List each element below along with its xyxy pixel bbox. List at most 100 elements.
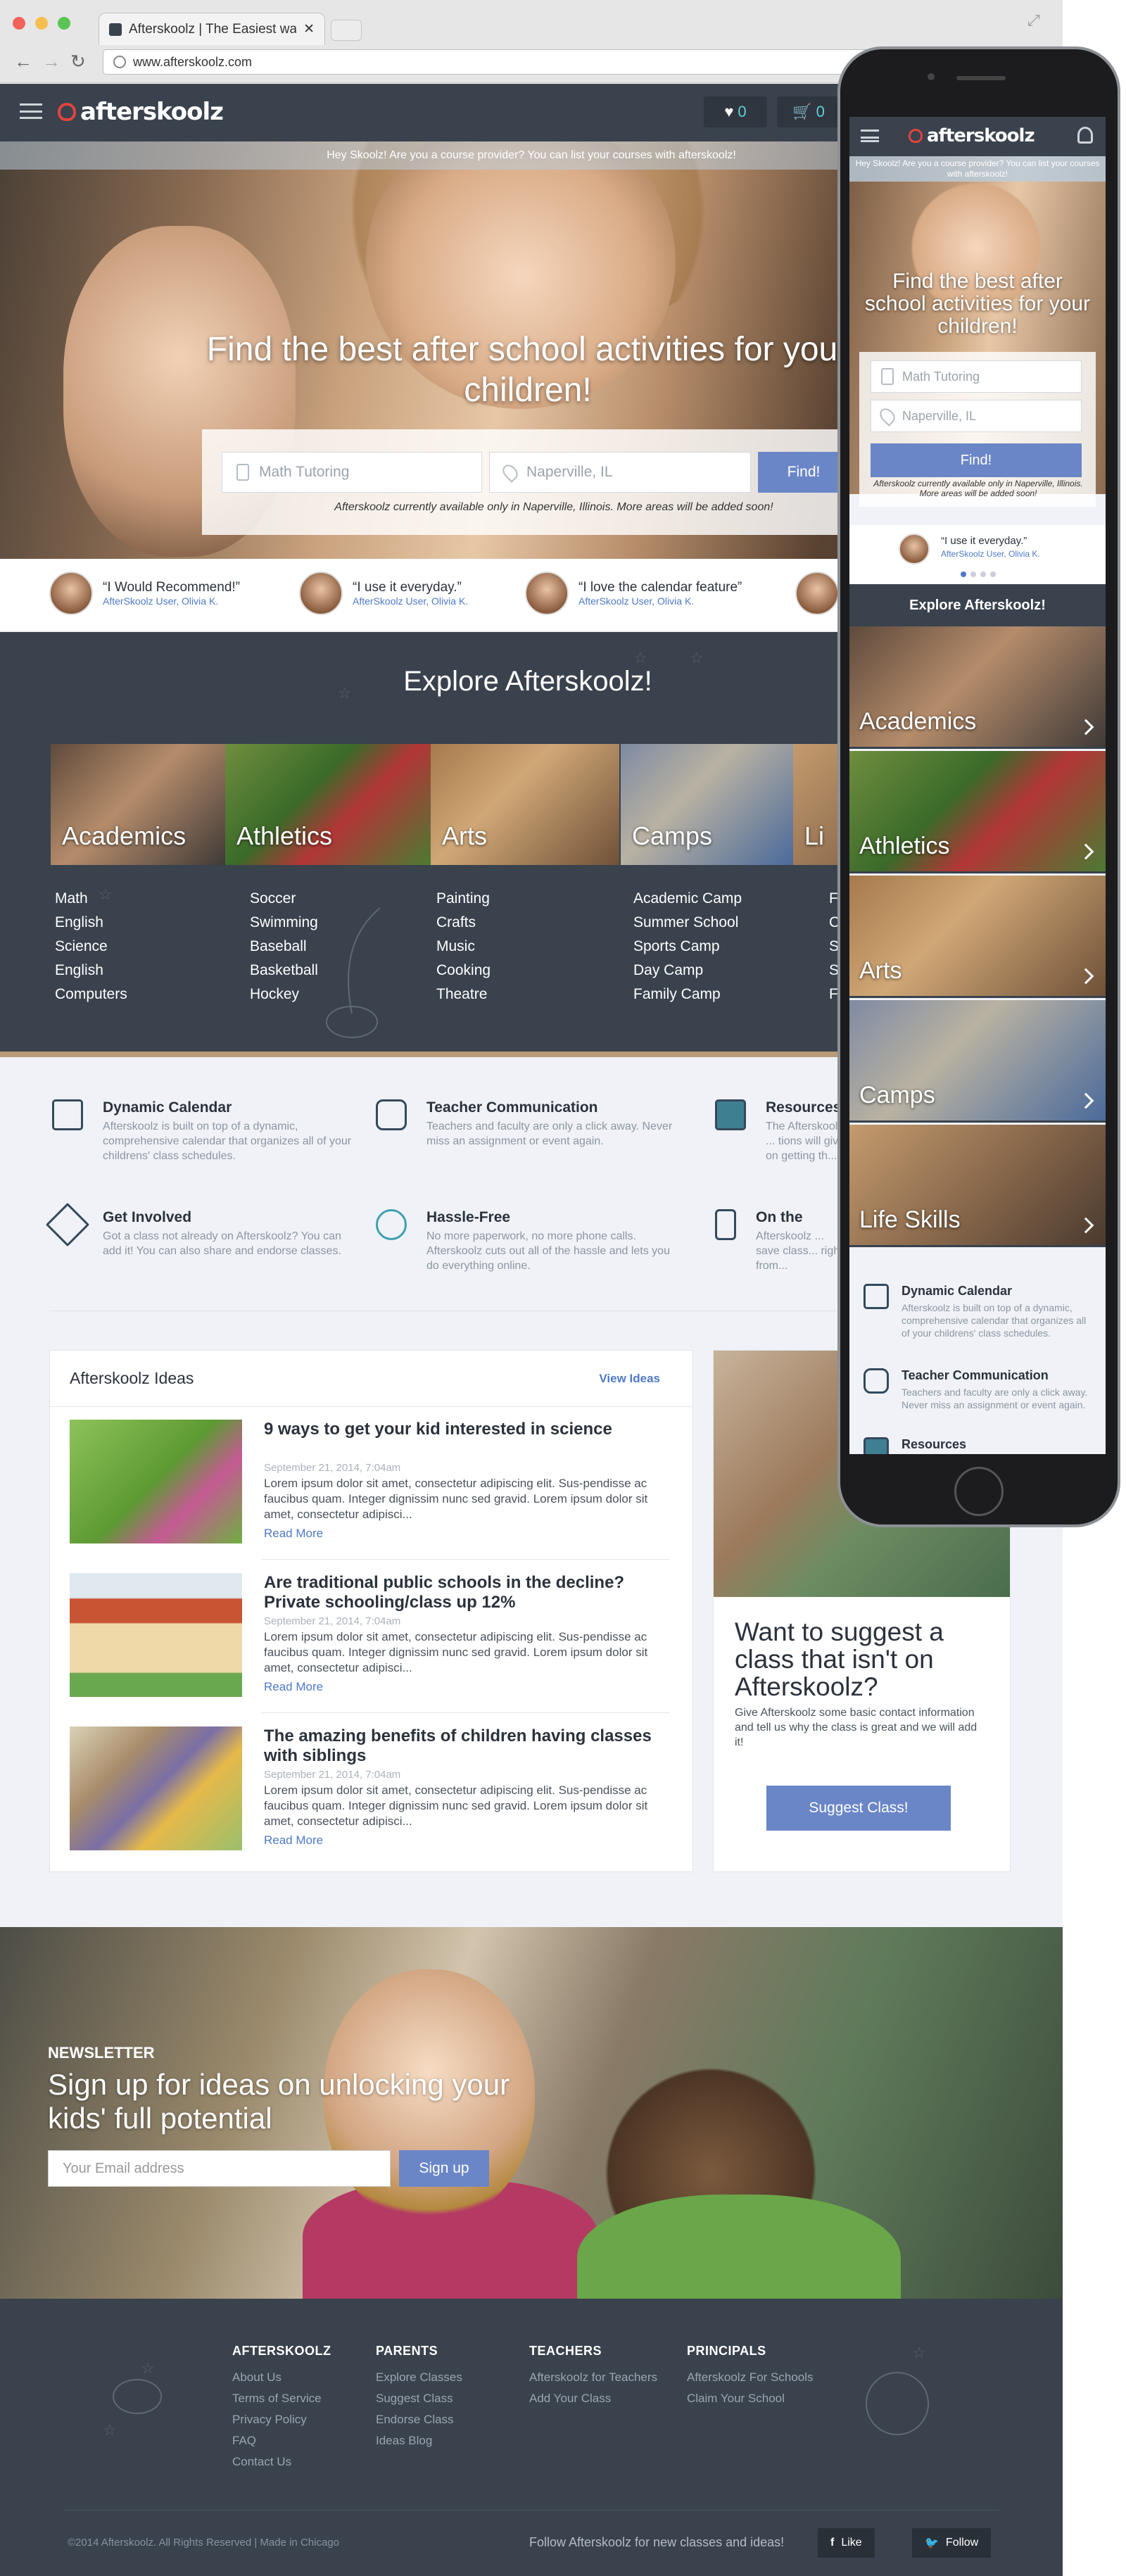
- carousel-dot[interactable]: [970, 572, 976, 577]
- category-link[interactable]: Theatre: [436, 983, 491, 1006]
- category-link[interactable]: Math: [55, 887, 127, 911]
- maximize-window-icon[interactable]: [58, 17, 70, 30]
- category-link[interactable]: Academic Camp: [633, 887, 742, 911]
- category-athletics[interactable]: Athletics: [225, 744, 431, 865]
- cart-count: 0: [816, 103, 825, 120]
- minimize-window-icon[interactable]: [35, 17, 48, 30]
- favorites-button[interactable]: ♥ 0: [704, 96, 767, 127]
- testimonial: “I Would Recommend!” AfterSkoolz User, O…: [49, 572, 240, 615]
- mobile-category-athletics[interactable]: Athletics: [849, 751, 1106, 873]
- category-link[interactable]: Science: [55, 935, 127, 959]
- testimonial-user[interactable]: AfterSkoolz User, Olivia K.: [103, 595, 240, 607]
- find-button[interactable]: Find!: [758, 452, 849, 493]
- mobile-logo[interactable]: afterskoolz: [909, 125, 1035, 146]
- new-tab-button[interactable]: [331, 20, 362, 41]
- footer-link[interactable]: Privacy Policy: [232, 2409, 331, 2430]
- article-thumbnail[interactable]: [70, 1573, 242, 1697]
- category-link[interactable]: English: [55, 911, 127, 935]
- browser-tab[interactable]: Afterskoolz | The Easiest wa ✕: [99, 13, 325, 45]
- footer-link[interactable]: Afterskoolz For Schools: [687, 2367, 814, 2388]
- category-link[interactable]: Sports Camp: [633, 935, 742, 959]
- suggest-class-button[interactable]: Suggest Class!: [766, 1786, 951, 1831]
- back-icon[interactable]: ←: [14, 51, 32, 72]
- testimonial-user[interactable]: AfterSkoolz User, Olivia K.: [353, 595, 468, 607]
- category-link[interactable]: Computers: [55, 983, 127, 1006]
- mobile-provider-banner[interactable]: Hey Skoolz! Are you a course provider? Y…: [849, 156, 1106, 182]
- category-camps[interactable]: Camps: [621, 744, 793, 865]
- close-tab-icon[interactable]: ✕: [303, 21, 315, 37]
- category-link[interactable]: Swimming: [250, 911, 318, 935]
- category-arts[interactable]: Arts: [431, 744, 619, 865]
- category-link[interactable]: Baseball: [250, 935, 318, 959]
- logo-text: afterskoolz: [927, 125, 1035, 146]
- email-input[interactable]: Your Email address: [48, 2150, 391, 2187]
- carousel-dot[interactable]: [980, 572, 986, 577]
- footer-link[interactable]: Afterskoolz for Teachers: [529, 2367, 657, 2388]
- mobile-category-academics[interactable]: Academics: [849, 626, 1106, 749]
- testimonial-user[interactable]: AfterSkoolz User, Olivia K.: [578, 595, 742, 607]
- mobile-find-button[interactable]: Find!: [871, 443, 1082, 477]
- read-more-link[interactable]: Read More: [264, 1833, 323, 1848]
- read-more-link[interactable]: Read More: [264, 1527, 323, 1541]
- menu-icon[interactable]: [20, 103, 42, 119]
- footer-link[interactable]: Terms of Service: [232, 2388, 331, 2409]
- mobile-category-life-skills[interactable]: Life Skills: [849, 1125, 1106, 1247]
- footer-link[interactable]: Add Your Class: [529, 2388, 657, 2409]
- footer-link[interactable]: Explore Classes: [376, 2367, 462, 2388]
- mobile-category-arts[interactable]: Arts: [849, 876, 1106, 998]
- category-link[interactable]: Day Camp: [633, 959, 742, 983]
- article-title[interactable]: Are traditional public schools in the de…: [264, 1573, 658, 1612]
- footer-link[interactable]: About Us: [232, 2367, 331, 2388]
- article-divider: [261, 1559, 669, 1560]
- category-link[interactable]: Family Camp: [633, 983, 742, 1006]
- category-link[interactable]: English: [55, 959, 127, 983]
- user-icon[interactable]: [1077, 127, 1093, 144]
- twitter-follow-button[interactable]: 🐦 Follow: [912, 2528, 992, 2558]
- category-link[interactable]: Hockey: [250, 983, 318, 1006]
- mouse-icon: [376, 1209, 407, 1240]
- fullscreen-icon[interactable]: ⤢: [1027, 11, 1040, 30]
- footer-link[interactable]: Claim Your School: [687, 2388, 814, 2409]
- mobile-location-input[interactable]: Naperville, IL: [871, 400, 1082, 432]
- close-window-icon[interactable]: [13, 17, 25, 30]
- location-input[interactable]: Naperville, IL: [489, 452, 751, 493]
- article-thumbnail[interactable]: [70, 1726, 242, 1850]
- category-link[interactable]: Crafts: [436, 911, 491, 935]
- read-more-link[interactable]: Read More: [264, 1680, 323, 1694]
- view-ideas-link[interactable]: View Ideas: [599, 1372, 660, 1386]
- menu-icon[interactable]: [861, 130, 879, 142]
- reload-icon[interactable]: ↻: [70, 51, 86, 72]
- footer-link[interactable]: Suggest Class: [376, 2388, 462, 2409]
- article-title[interactable]: 9 ways to get your kid interested in sci…: [264, 1420, 658, 1439]
- category-link[interactable]: Painting: [436, 887, 491, 911]
- category-link[interactable]: Basketball: [250, 959, 318, 983]
- article-thumbnail[interactable]: [70, 1420, 242, 1543]
- category-label: Athletics: [236, 821, 333, 850]
- subject-input[interactable]: Math Tutoring: [222, 452, 482, 493]
- article: 9 ways to get your kid interested in sci…: [70, 1420, 668, 1546]
- mobile-feature-item: Teacher Communication Teachers and facul…: [864, 1368, 1096, 1411]
- footer-link[interactable]: Endorse Class: [376, 2409, 462, 2430]
- article-title[interactable]: The amazing benefits of children having …: [264, 1726, 658, 1766]
- carousel-dot[interactable]: [961, 572, 966, 577]
- footer-link[interactable]: Ideas Blog: [376, 2430, 462, 2451]
- home-button[interactable]: [954, 1467, 1004, 1516]
- mobile-subject-input[interactable]: Math Tutoring: [871, 360, 1082, 393]
- testimonial-user[interactable]: AfterSkoolz User, Olivia K.: [941, 549, 1040, 559]
- footer-link[interactable]: FAQ: [232, 2430, 331, 2451]
- site-logo[interactable]: afterskoolz: [58, 98, 224, 126]
- carousel-dot[interactable]: [990, 572, 996, 577]
- category-link[interactable]: Soccer: [250, 887, 318, 911]
- category-link[interactable]: Cooking: [436, 959, 491, 983]
- tab-title: Afterskoolz | The Easiest wa: [129, 21, 297, 37]
- mobile-category-camps[interactable]: Camps: [849, 1000, 1106, 1123]
- cart-button[interactable]: 🛒 0: [777, 96, 840, 127]
- category-academics[interactable]: Academics: [51, 744, 225, 865]
- footer-link[interactable]: Contact Us: [232, 2451, 331, 2473]
- sign-up-button[interactable]: Sign up: [399, 2150, 489, 2187]
- category-label: Li: [804, 821, 825, 850]
- facebook-like-button[interactable]: f Like: [818, 2528, 875, 2558]
- category-link[interactable]: Music: [436, 935, 491, 959]
- forward-icon[interactable]: →: [42, 51, 61, 72]
- category-link[interactable]: Summer School: [633, 911, 742, 935]
